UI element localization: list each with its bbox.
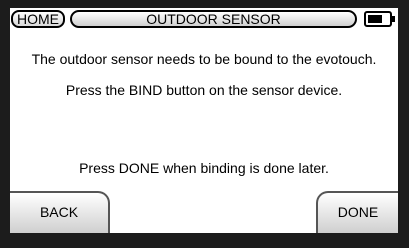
back-button[interactable]: BACK [10,191,110,233]
instruction-press-bind: Press the BIND button on the sensor devi… [65,82,343,98]
instruction-bind-required: The outdoor sensor needs to be bound to … [31,51,377,67]
battery-icon [364,11,392,27]
battery-tip [392,16,395,22]
done-button[interactable]: DONE [316,191,398,233]
page-title: OUTDOOR SENSOR [70,10,357,28]
battery-level-fill [368,15,382,23]
header-bar: HOME OUTDOOR SENSOR [10,8,398,30]
instruction-press-done: Press DONE when binding is done later. [79,160,329,176]
device-frame: HOME OUTDOOR SENSOR The outdoor sensor n… [0,0,409,248]
home-button[interactable]: HOME [11,10,65,28]
touch-screen: HOME OUTDOOR SENSOR The outdoor sensor n… [10,8,398,233]
